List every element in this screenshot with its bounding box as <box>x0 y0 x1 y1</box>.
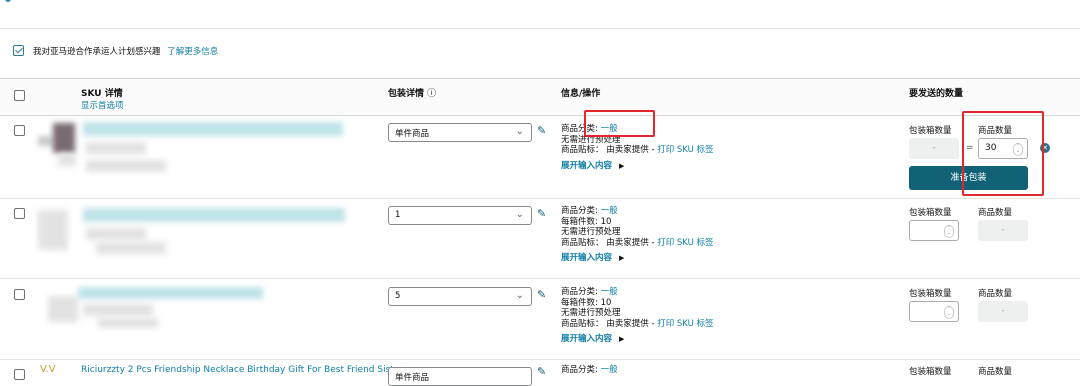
packing-select-value: 1 <box>395 210 401 220</box>
top-dot <box>5 0 11 2</box>
row-info: 商品分类: 一般 每箱件数: 10 无需进行预处理 商品贴标： 由卖家提供 - … <box>561 287 714 345</box>
category-link[interactable]: 一般 <box>601 287 618 297</box>
packing-select[interactable]: 单件商品 <box>388 367 532 386</box>
row-checkbox[interactable] <box>14 289 25 300</box>
category-label: 商品分类: <box>561 365 598 375</box>
edit-icon[interactable]: ✎ <box>537 207 546 220</box>
expand-inputs-link[interactable]: 展开输入内容 ▶ <box>561 253 714 264</box>
row-divider <box>0 359 1080 360</box>
box-qty-label: 包装箱数量 <box>909 367 952 377</box>
product-thumbnail: V.V <box>40 364 56 375</box>
unit-qty-input: - <box>978 220 1028 241</box>
box-qty-input: - <box>909 138 959 159</box>
header-packing-label: 包装详情 <box>388 89 425 99</box>
info-icon[interactable]: ⓘ <box>427 89 436 99</box>
units-per-box-text: 每箱件数: 10 <box>561 297 612 308</box>
box-qty-stepper[interactable]: ⌃ ⌄ <box>944 225 954 238</box>
product-thumbnail-blurred <box>38 118 343 178</box>
expand-inputs-label: 展开输入内容 <box>561 253 613 263</box>
select-all-checkbox[interactable] <box>14 90 25 101</box>
product-thumbnail-blurred <box>38 202 345 262</box>
row-checkbox[interactable] <box>14 125 25 136</box>
partner-label: 我对亚马逊合作承运人计划感兴趣 了解更多信息 <box>33 45 218 57</box>
edit-icon[interactable]: ✎ <box>537 365 546 378</box>
box-qty-label: 包装箱数量 <box>909 126 952 136</box>
learn-more-link[interactable]: 了解更多信息 <box>167 47 218 57</box>
row-checkbox[interactable] <box>14 208 25 219</box>
box-qty-stepper[interactable]: ⌃ ⌄ <box>944 306 954 319</box>
row-info: 商品分类: 一般 每箱件数: 10 无需进行预处理 商品贴标： 由卖家提供 - … <box>561 206 714 264</box>
box-qty-label: 包装箱数量 <box>909 208 952 218</box>
highlight-box-quantity <box>962 111 1044 196</box>
header-sku-details: SKU 详情 <box>81 89 123 99</box>
expand-arrow-icon: ▶ <box>618 161 625 170</box>
unit-qty-input: - <box>978 301 1028 322</box>
chevron-down-icon: ⌄ <box>515 290 524 301</box>
expand-inputs-link[interactable]: 展开输入内容 ▶ <box>561 334 714 345</box>
expand-arrow-icon: ▶ <box>618 254 625 262</box>
category-label: 商品分类: <box>561 287 598 297</box>
packing-select-value: 单件商品 <box>395 373 430 383</box>
row-info: 商品分类: 一般 <box>561 365 618 376</box>
unit-qty-label: 商品数量 <box>978 208 1013 218</box>
unit-qty-label: 商品数量 <box>978 289 1013 299</box>
row-checkbox[interactable] <box>14 369 25 380</box>
box-qty-input[interactable]: ⌃ ⌄ <box>909 220 959 241</box>
label-owner-text: 商品贴标： 由卖家提供 - <box>561 237 655 248</box>
prep-text: 无需进行预处理 <box>561 308 621 318</box>
expand-inputs-label: 展开输入内容 <box>561 160 613 171</box>
packing-select[interactable]: 5 ⌄ <box>388 287 532 306</box>
show-preferences-link[interactable]: 显示首选项 <box>81 99 124 111</box>
header-quantity-to-send: 要发送的数量 <box>909 89 964 99</box>
expand-inputs-link[interactable]: 展开输入内容 ▶ <box>561 161 714 172</box>
print-sku-label-link[interactable]: 打印 SKU 标签 <box>657 238 713 248</box>
partner-checkbox[interactable] <box>13 45 24 56</box>
product-title-link[interactable]: Riciurzzty 2 Pcs Friendship Necklace Bir… <box>81 365 403 375</box>
expand-arrow-icon: ▶ <box>618 335 625 343</box>
edit-icon[interactable]: ✎ <box>537 124 546 137</box>
unit-qty-label: 商品数量 <box>978 367 1013 377</box>
print-sku-label-link[interactable]: 打印 SKU 标签 <box>657 145 713 155</box>
label-owner-text: 商品贴标： 由卖家提供 - <box>561 318 655 329</box>
print-sku-label-link[interactable]: 打印 SKU 标签 <box>657 319 713 329</box>
packing-select-value: 5 <box>395 291 401 301</box>
chevron-down-icon: ⌄ <box>515 209 524 220</box>
category-link[interactable]: 一般 <box>601 206 618 216</box>
units-per-box-text: 每箱件数: 10 <box>561 216 612 227</box>
prep-text: 无需进行预处理 <box>561 227 621 237</box>
expand-inputs-label: 展开输入内容 <box>561 334 613 344</box>
packing-select-value: 单件商品 <box>395 129 430 139</box>
header-packing-details: 包装详情 ⓘ <box>388 86 436 99</box>
product-thumbnail-blurred <box>38 282 338 342</box>
box-qty-input[interactable]: ⌃ ⌄ <box>909 301 959 322</box>
partner-label-text: 我对亚马逊合作承运人计划感兴趣 <box>33 47 161 57</box>
packing-select[interactable]: 单件商品 ⌄ <box>388 123 532 142</box>
box-qty-label: 包装箱数量 <box>909 289 952 299</box>
row-divider <box>0 278 1080 279</box>
category-link[interactable]: 一般 <box>601 365 618 375</box>
top-bar <box>0 0 1080 29</box>
category-label: 商品分类: <box>561 206 598 216</box>
packing-select[interactable]: 1 ⌄ <box>388 206 532 225</box>
chevron-down-icon: ⌄ <box>515 126 524 137</box>
highlight-box-category <box>584 110 655 137</box>
header-info-actions: 信息/操作 <box>561 89 601 99</box>
row-divider <box>0 198 1080 199</box>
label-owner-text: 商品贴标： 由卖家提供 - <box>561 145 655 155</box>
edit-icon[interactable]: ✎ <box>537 288 546 301</box>
